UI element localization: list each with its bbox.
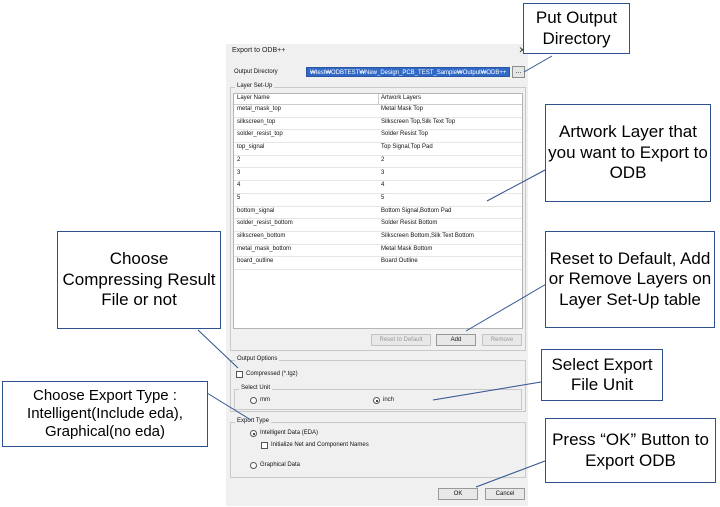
arrow-compress — [197, 329, 239, 369]
arrow-unit — [432, 381, 542, 401]
arrow-reset — [465, 282, 549, 332]
arrow-ok — [475, 460, 546, 488]
callout-output-directory: Put Output Directory — [523, 3, 630, 54]
arrow-output-dir — [523, 55, 553, 73]
callout-reset-add-remove: Reset to Default, Add or Remove Layers o… — [545, 231, 715, 328]
callout-select-unit: Select Export File Unit — [541, 349, 663, 401]
callout-artwork-layer: Artwork Layer that you want to Export to… — [545, 104, 711, 202]
arrow-artwork — [486, 169, 546, 202]
callout-export-type: Choose Export Type : Intelligent(Include… — [2, 381, 208, 447]
arrow-export-type — [206, 392, 252, 421]
callout-ok-button: Press “OK” Button to Export ODB — [545, 418, 716, 483]
callout-compress: Choose Compressing Result File or not — [57, 231, 221, 329]
